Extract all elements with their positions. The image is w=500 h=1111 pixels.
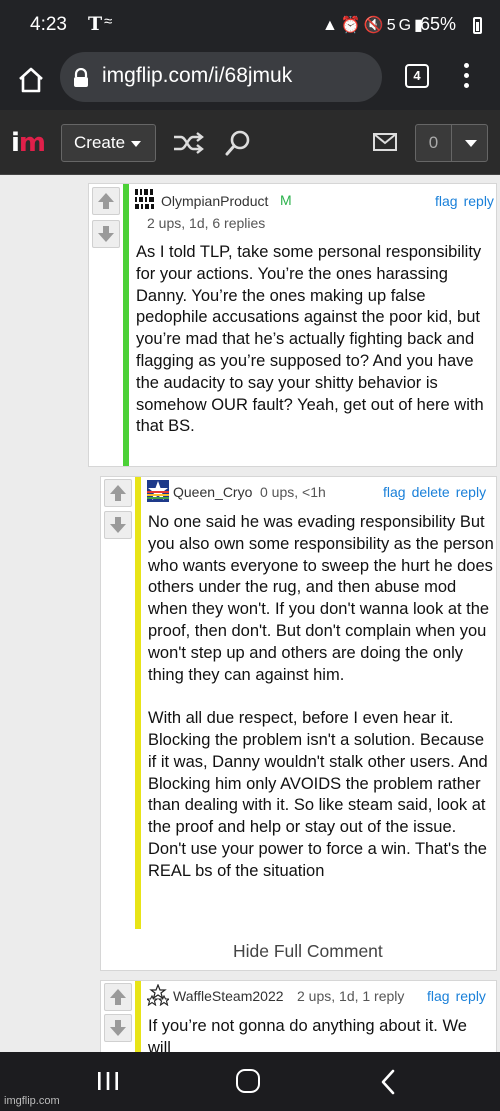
avatar[interactable]	[147, 984, 169, 1006]
battery-icon	[473, 17, 482, 34]
create-label: Create	[74, 133, 126, 152]
downvote-button[interactable]	[104, 1014, 132, 1042]
hide-full-comment-link[interactable]: Hide Full Comment	[233, 941, 383, 962]
arrow-down-icon	[98, 226, 114, 242]
comment-body: As I told TLP, take some personal respon…	[136, 242, 491, 438]
chevron-down-icon	[465, 140, 477, 147]
shuffle-icon[interactable]	[172, 131, 204, 155]
comment-paragraph: As I told TLP, take some personal respon…	[136, 243, 484, 436]
upvote-button[interactable]	[104, 983, 132, 1011]
comment-paragraph: No one said he was evading responsibilit…	[148, 513, 494, 684]
status-icons: ▲⏰🔇5G▮	[322, 17, 426, 34]
comment-body: No one said he was evading responsibilit…	[148, 512, 494, 883]
reply-link[interactable]: reply	[456, 988, 486, 1004]
url-text: imgflip.com/i/68jmuk	[102, 64, 293, 87]
site-header: im Create 0	[0, 110, 500, 175]
comment-meta: 2 ups, 1d, 1 reply	[297, 988, 405, 1004]
flag-link[interactable]: flag	[427, 988, 450, 1004]
username-link[interactable]: WaffleSteam2022	[173, 988, 284, 1004]
status-time: 4:23	[30, 14, 67, 35]
battery-percent: 65%	[420, 14, 457, 34]
imgflip-logo[interactable]: im	[11, 128, 46, 158]
chevron-down-icon	[131, 140, 142, 147]
imgflip-watermark: imgflip.com	[4, 1095, 60, 1107]
mail-icon[interactable]	[373, 133, 397, 151]
comment-actions: flag delete reply	[377, 484, 486, 500]
comment-thread-bar	[135, 477, 141, 929]
home-icon[interactable]	[16, 65, 46, 95]
username-link[interactable]: OlympianProduct	[161, 193, 268, 209]
home-button-icon[interactable]	[236, 1069, 260, 1093]
address-bar[interactable]: imgflip.com/i/68jmuk	[60, 52, 382, 102]
status-bar: 4:23 T ≈ ▲⏰🔇5G▮ 65%	[0, 0, 500, 50]
lock-icon	[74, 68, 88, 87]
comment-meta: 2 ups, 1d, 6 replies	[147, 215, 266, 231]
comment-meta: 0 ups, <1h	[260, 484, 326, 500]
browser-toolbar: imgflip.com/i/68jmuk 4	[0, 50, 500, 110]
arrow-down-icon	[110, 517, 126, 533]
comment: OlympianProduct M 2 ups, 1d, 6 replies f…	[88, 183, 497, 467]
flag-link[interactable]: flag	[383, 484, 406, 500]
downvote-button[interactable]	[104, 511, 132, 539]
more-options-icon[interactable]	[462, 63, 470, 91]
notification-count: 0	[416, 125, 452, 161]
logo-m: m	[18, 128, 46, 158]
mod-badge: M	[280, 192, 292, 208]
delete-link[interactable]: delete	[412, 484, 450, 500]
arrow-up-icon	[110, 485, 126, 501]
create-button[interactable]: Create	[61, 124, 156, 162]
downvote-button[interactable]	[92, 220, 120, 248]
carrier-icon: T	[88, 13, 103, 35]
wifi-calling-icon: ≈	[104, 13, 113, 30]
comment-thread-bar	[123, 184, 129, 466]
username-link[interactable]: Queen_Cryo	[173, 484, 252, 500]
arrow-up-icon	[98, 193, 114, 209]
search-icon[interactable]	[224, 129, 252, 157]
flag-link[interactable]: flag	[435, 193, 458, 209]
comment-paragraph: With all due respect, before I even hear…	[148, 709, 488, 880]
system-navigation-bar	[0, 1052, 500, 1111]
notifications-dropdown[interactable]: 0	[415, 124, 488, 162]
upvote-button[interactable]	[104, 479, 132, 507]
logo-i: i	[11, 128, 20, 158]
recent-apps-icon[interactable]	[97, 1071, 119, 1091]
comment: Queen_Cryo 0 ups, <1h flag delete reply No…	[100, 476, 497, 971]
avatar[interactable]	[147, 480, 169, 502]
comment-actions: flag reply	[429, 193, 494, 209]
back-icon[interactable]	[380, 1069, 396, 1095]
avatar[interactable]	[134, 188, 156, 210]
reply-link[interactable]: reply	[464, 193, 494, 209]
comment-actions: flag reply	[421, 988, 486, 1004]
network-label: 5G	[386, 17, 415, 34]
arrow-up-icon	[110, 989, 126, 1005]
reply-link[interactable]: reply	[456, 484, 486, 500]
upvote-button[interactable]	[92, 187, 120, 215]
arrow-down-icon	[110, 1020, 126, 1036]
tab-switcher-button[interactable]: 4	[405, 64, 429, 88]
